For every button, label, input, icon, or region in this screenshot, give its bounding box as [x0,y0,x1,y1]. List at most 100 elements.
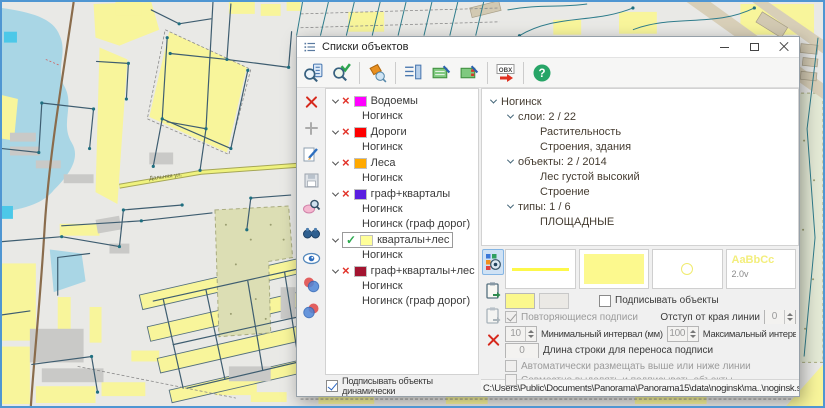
list-item[interactable]: × Дороги [326,124,478,140]
svg-text:OBX: OBX [498,66,512,73]
delete-list-button[interactable] [301,93,321,111]
chevron-down-icon[interactable] [332,96,339,103]
list-item[interactable]: × Водоемы [326,93,478,109]
tree-leaf[interactable]: Лес густой высокий [484,169,796,184]
obx-export-icon: OBX [495,62,517,84]
dynamic-labels-checkbox[interactable] [326,380,338,392]
search-selected-button[interactable] [328,60,355,86]
point-sample[interactable] [652,249,723,289]
maximize-button[interactable] [739,37,769,57]
tree-leaf[interactable]: Растительность [484,124,796,139]
tree-leaf[interactable]: Строение [484,184,796,199]
help-button[interactable]: ? [528,60,555,86]
label-color-empty-swatch[interactable] [539,293,569,309]
tree-node[interactable]: типы: 1 / 6 [484,199,796,214]
list-item-map[interactable]: Ногинск (граф дорог) [326,294,478,309]
search-in-list-button[interactable] [300,60,327,86]
minimize-icon [720,47,729,48]
list-color-swatch [354,189,367,200]
object-lists-dialog: Списки объектов [296,36,800,397]
chevron-down-icon[interactable] [507,112,514,119]
list-item-label: Дороги [371,126,407,138]
hidden-x-icon[interactable]: × [342,189,350,199]
list-item-map[interactable]: Ногинск [326,171,478,186]
hidden-x-icon[interactable]: × [342,127,350,137]
chevron-down-icon[interactable] [507,202,514,209]
hidden-x-icon[interactable]: × [342,158,350,168]
show-objects-button[interactable] [301,249,321,267]
tree-leaf[interactable]: Строения, здания [484,139,796,154]
tree-types-label: типы: 1 / 6 [518,201,571,213]
export-obx-button[interactable]: OBX [492,60,519,86]
chevron-down-icon[interactable] [332,127,339,134]
list-item-map[interactable]: Ногинск [326,140,478,155]
list-item[interactable]: × Леса [326,155,478,171]
copy-style-button[interactable] [483,280,503,300]
flashlight-button[interactable] [364,60,391,86]
list-item-selected[interactable]: ✓ кварталы+лес [326,232,478,248]
minimize-button[interactable] [709,37,739,57]
dynamic-labels-row: Подписывать объекты динамически [325,375,479,396]
selected-item-box[interactable]: ✓ кварталы+лес [342,232,453,248]
add-icon [305,122,318,135]
label-options: AaBbCc 2.0v Подписывать объекты [481,246,799,379]
tree-node[interactable]: Ногинск [484,94,796,109]
list-item-map[interactable]: Ногинск [326,202,478,217]
object-list-button[interactable] [400,60,427,86]
edge-offset-label: Отступ от края линии [660,312,760,323]
area-sample-swatch [584,254,645,284]
line-sample[interactable] [505,249,576,289]
tree-objects-label: объекты: 2 / 2014 [518,156,607,168]
clipboard-export-icon [484,306,502,325]
toolbar-separator [523,62,524,84]
text-sample[interactable]: AaBbCc 2.0v [726,249,797,289]
overlay-mode-button[interactable] [301,275,321,293]
list-item-map[interactable]: Ногинск [326,109,478,124]
label-color-swatch[interactable] [505,293,535,309]
eye-icon [302,249,321,268]
map-compose-button[interactable] [428,60,455,86]
tree-leaf[interactable]: ПЛОЩАДНЫЕ [484,214,796,229]
highlight-objects-button[interactable] [301,197,321,215]
green-panel-edit-icon [459,62,480,83]
dialog-titlebar[interactable]: Списки объектов [297,37,799,58]
hidden-x-icon[interactable]: × [342,266,350,276]
find-objects-button[interactable] [301,223,321,241]
text-sample-glyphs: AaBbCc [732,254,775,266]
add-list-button[interactable] [301,119,321,137]
list-item-map[interactable]: Ногинск (граф дорог) [326,217,478,232]
chevron-down-icon[interactable] [490,97,497,104]
clear-x-icon [487,334,500,347]
tree-leaf-label: Строение [540,186,590,198]
chevron-down-icon[interactable] [332,158,339,165]
chevron-down-icon[interactable] [332,266,339,273]
tree-node[interactable]: объекты: 2 / 2014 [484,154,796,169]
list-item-label: граф+кварталы+лес [371,265,475,277]
overlay-mode-alt-button[interactable] [301,301,321,319]
legend-view-button[interactable] [482,249,504,275]
label-objects-checkbox[interactable] [599,295,611,307]
list-item[interactable]: × граф+кварталы+лес [326,263,478,279]
close-button[interactable] [769,37,799,57]
list-item-map[interactable]: Ногинск [326,279,478,294]
line-sample-swatch [512,268,569,271]
visible-check-icon[interactable]: ✓ [346,235,356,245]
chevron-down-icon[interactable] [332,235,339,242]
clear-labels-button[interactable] [483,330,503,350]
auto-place-checkbox [505,360,517,372]
hidden-x-icon[interactable]: × [342,96,350,106]
map-compose-select-button[interactable] [456,60,483,86]
tree-node[interactable]: слои: 2 / 22 [484,109,796,124]
toolbar-separator [395,62,396,84]
maximize-icon [750,43,759,51]
composition-tree: Ногинск слои: 2 / 22 Растительность Стро… [481,88,799,246]
flashlight-icon [367,62,388,83]
chevron-down-icon[interactable] [332,189,339,196]
area-sample[interactable] [579,249,650,289]
list-item-map[interactable]: Ногинск [326,248,478,263]
chevron-down-icon[interactable] [507,157,514,164]
list-item[interactable]: × граф+кварталы [326,186,478,202]
list-item-label: граф+кварталы [371,188,451,200]
toolbar-separator [359,62,360,84]
edit-list-button[interactable] [301,145,321,163]
